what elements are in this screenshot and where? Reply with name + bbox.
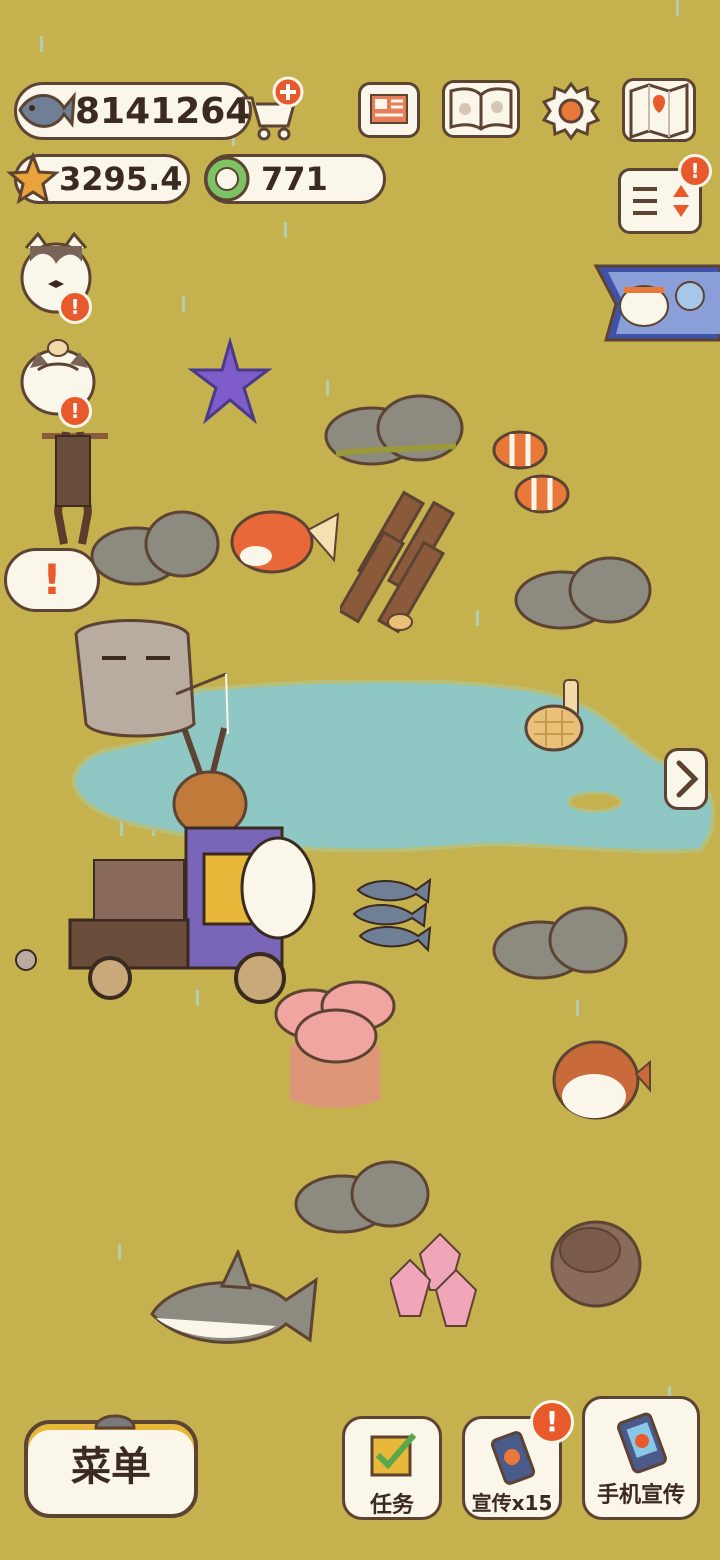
star-count: 3295.4 — [59, 160, 183, 198]
rock-4 — [492, 906, 628, 980]
gear-icon[interactable] — [540, 80, 602, 142]
arrow-right-icon — [676, 760, 699, 798]
starfish-pile[interactable] — [186, 336, 276, 430]
phone-promote-button[interactable]: 手机宣传 — [582, 1396, 700, 1520]
tasks-button[interactable]: 任务 — [342, 1416, 442, 1520]
merchant-wagon[interactable] — [14, 724, 334, 1004]
rock-2 — [90, 510, 220, 586]
speech-bubble-text: ! — [42, 555, 62, 604]
cat-1-alert-badge: ! — [58, 290, 92, 324]
goldfish-pile[interactable] — [226, 500, 342, 584]
phone-icon — [617, 1412, 667, 1474]
log-pile[interactable] — [340, 482, 474, 638]
phone-promote-label: 手机宣传 — [596, 1483, 685, 1508]
promote-label: 宣传x15 — [471, 1491, 553, 1515]
rock-3 — [514, 556, 652, 630]
rock-1 — [324, 394, 464, 466]
paw-book-icon — [449, 87, 513, 131]
cart-plus-icon[interactable] — [236, 76, 306, 142]
tasks-label: 任务 — [369, 1493, 414, 1518]
catbook-button[interactable] — [442, 80, 520, 138]
jellyfish-pile[interactable] — [270, 980, 400, 1114]
squid-pile[interactable] — [390, 1230, 494, 1344]
fish-count: 8141264 — [75, 90, 251, 132]
star-icon — [6, 152, 60, 205]
map-icon — [629, 82, 689, 140]
waffle-item[interactable] — [524, 676, 588, 756]
gem-count: 771 — [261, 160, 328, 198]
promote-alert-badge: ! — [530, 1400, 574, 1444]
menu-label: 菜单 — [71, 1444, 151, 1490]
newspaper-button[interactable] — [358, 82, 420, 138]
menu-button[interactable]: 菜单 — [24, 1414, 198, 1518]
phone-icon — [490, 1431, 536, 1485]
shark[interactable] — [146, 1250, 320, 1360]
clownfish-pair[interactable] — [490, 424, 576, 520]
clipboard-clip-icon — [94, 1414, 136, 1430]
gem-icon — [204, 156, 250, 202]
newspaper-icon — [370, 94, 408, 124]
pufferfish[interactable] — [546, 1034, 652, 1124]
event-flag[interactable] — [594, 260, 720, 344]
sort-alert-badge: ! — [678, 154, 712, 188]
next-area-button[interactable] — [664, 748, 708, 810]
brown-fish-pile[interactable] — [546, 1214, 646, 1310]
sardine-pile[interactable] — [350, 870, 434, 954]
checklist-icon — [370, 1433, 417, 1477]
rock-5 — [294, 1160, 430, 1234]
map-button[interactable] — [622, 78, 696, 142]
fish-icon — [18, 91, 76, 128]
